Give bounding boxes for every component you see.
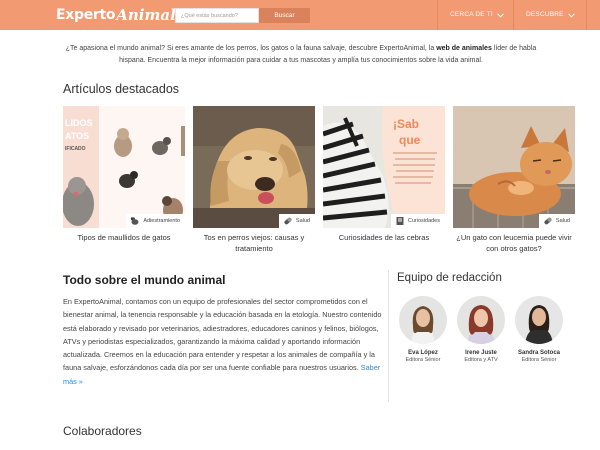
image-text-line: ATOS bbox=[65, 131, 89, 141]
member-role: Editora y ATV bbox=[464, 357, 498, 363]
image-text-line: IFICADO bbox=[65, 146, 86, 152]
chevron-down-icon bbox=[497, 12, 504, 18]
team-member-eva[interactable]: Eva López Editora Sénior bbox=[393, 296, 453, 363]
nav-discover-label: DESCUBRE bbox=[526, 11, 564, 18]
avatar bbox=[399, 296, 447, 344]
about-text: En ExpertoAnimal, contamos con un equipo… bbox=[63, 297, 382, 373]
member-name: Irene Juste bbox=[465, 350, 497, 356]
article-card-old-dog-cough[interactable]: Salud Tos en perros viejos: causas y tra… bbox=[193, 106, 315, 254]
nav-near-you-label: CERCA DE TI bbox=[450, 11, 493, 18]
article-caption[interactable]: Tos en perros viejos: causas y tratamien… bbox=[193, 232, 315, 254]
nav-divider bbox=[513, 0, 514, 30]
category-label: Adiestramiento bbox=[143, 218, 180, 224]
member-role: Editora Sénior bbox=[405, 357, 441, 363]
image-text-line: que bbox=[399, 133, 421, 147]
article-card-zebra-facts[interactable]: ¡Sab que Curiosidades Curiosidades de la… bbox=[323, 106, 445, 243]
category-label: Salud bbox=[555, 218, 570, 224]
intro-paragraph: ¿Te apasiona el mundo animal? Si eres am… bbox=[62, 43, 540, 67]
avatar bbox=[515, 296, 563, 344]
book-icon bbox=[396, 217, 404, 225]
category-badge[interactable]: Curiosidades bbox=[390, 214, 445, 228]
team-member-sandra[interactable]: Sandra Sotoca Editora Sénior bbox=[509, 296, 569, 363]
nav-divider bbox=[586, 0, 587, 30]
nav-discover[interactable]: DESCUBRE bbox=[526, 0, 575, 30]
intro-text-start: ¿Te apasiona el mundo animal? Si eres am… bbox=[65, 45, 437, 52]
member-role: Editora Sénior bbox=[521, 357, 557, 363]
pill-icon bbox=[544, 217, 552, 225]
category-badge[interactable]: Adiestramiento bbox=[126, 214, 185, 228]
category-badge[interactable]: Salud bbox=[538, 214, 575, 228]
image-text-line: ¡Sab bbox=[393, 117, 419, 131]
article-image: Salud bbox=[193, 106, 315, 228]
logo-text-animal: Animal bbox=[116, 6, 176, 24]
vertical-divider bbox=[388, 270, 389, 402]
image-text-line: LIDOS bbox=[65, 118, 93, 128]
article-card-cat-leukemia[interactable]: Salud ¿Un gato con leucemia puede vivir … bbox=[453, 106, 575, 254]
dog-icon bbox=[131, 217, 139, 225]
pill-icon bbox=[284, 217, 292, 225]
search-input[interactable]: ¿Qué estás buscando? bbox=[175, 8, 259, 23]
chevron-down-icon bbox=[567, 12, 575, 18]
logo-text-experto: Experto bbox=[56, 7, 116, 23]
about-paragraph: En ExpertoAnimal, contamos con un equipo… bbox=[63, 295, 383, 388]
avatar bbox=[457, 296, 505, 344]
site-logo[interactable]: Experto Animal bbox=[56, 5, 187, 25]
nav-near-you[interactable]: CERCA DE TI bbox=[450, 0, 504, 30]
article-image: LIDOS ATOS IFICADO Adiestramiento bbox=[63, 106, 185, 228]
article-card-cat-meows[interactable]: LIDOS ATOS IFICADO Adiestramiento Tipos … bbox=[63, 106, 185, 243]
category-label: Salud bbox=[295, 218, 310, 224]
collaborators-title: Colaboradores bbox=[63, 424, 142, 438]
about-section-title: Todo sobre el mundo animal bbox=[63, 273, 226, 287]
article-caption[interactable]: Tipos de maullidos de gatos bbox=[63, 232, 185, 243]
category-label: Curiosidades bbox=[407, 218, 440, 224]
search-button[interactable]: Buscar bbox=[259, 8, 310, 23]
article-caption[interactable]: Curiosidades de las cebras bbox=[323, 232, 445, 243]
category-badge[interactable]: Salud bbox=[278, 214, 315, 228]
nav-divider bbox=[437, 0, 438, 30]
site-header: Experto Animal ¿Qué estás buscando? Busc… bbox=[0, 0, 600, 30]
team-member-irene[interactable]: Irene Juste Editora y ATV bbox=[451, 296, 511, 363]
article-image: ¡Sab que Curiosidades bbox=[323, 106, 445, 228]
editorial-team-title: Equipo de redacción bbox=[397, 272, 502, 284]
intro-bold-link[interactable]: web de animales bbox=[436, 45, 492, 52]
article-image: Salud bbox=[453, 106, 575, 228]
member-name: Eva López bbox=[408, 350, 438, 356]
member-name: Sandra Sotoca bbox=[517, 350, 560, 356]
article-caption[interactable]: ¿Un gato con leucemia puede vivir con ot… bbox=[453, 232, 575, 254]
featured-articles-title: Artículos destacados bbox=[63, 82, 180, 96]
